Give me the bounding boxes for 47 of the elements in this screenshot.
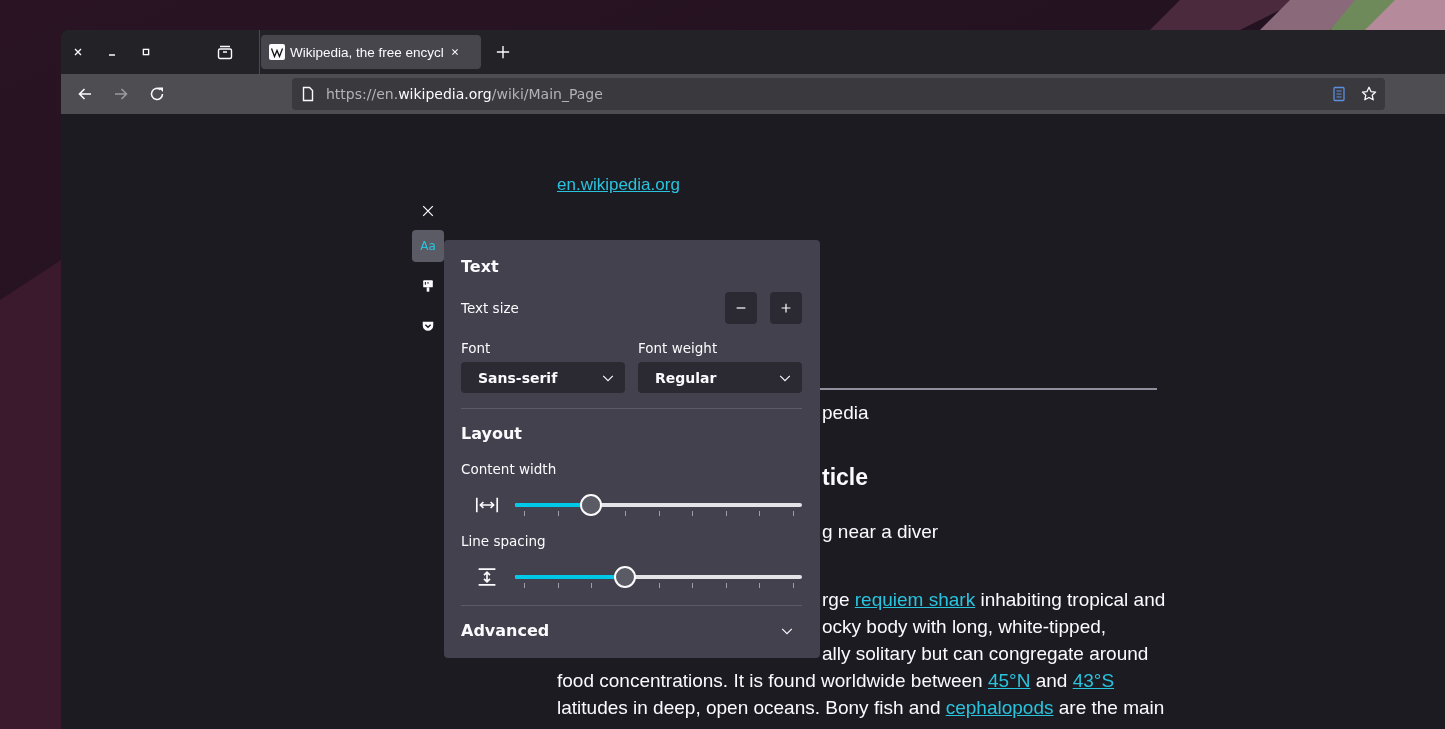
advanced-toggle[interactable]: Advanced [461, 620, 802, 642]
section-title: Text [461, 256, 500, 278]
article-text: g near a diver [822, 520, 939, 544]
pocket-icon [421, 319, 435, 333]
slider-label: Line spacing [461, 532, 547, 550]
new-tab-icon[interactable] [496, 45, 510, 59]
font-weight-dropdown[interactable]: Regular [638, 362, 802, 393]
article-heading: ticle [822, 463, 869, 492]
font-dropdown[interactable]: Sans-serif [461, 362, 625, 393]
tab-title: Wikipedia, the free encycl [290, 44, 444, 60]
content-width-icon [475, 495, 499, 515]
tab-list-icon[interactable] [217, 44, 233, 60]
text-link[interactable]: requiem shark [854, 589, 976, 610]
text-size-label: Text size [461, 299, 519, 317]
text-link[interactable]: 43°S [1072, 670, 1115, 691]
close-icon[interactable] [421, 204, 435, 218]
article-text: pedia [822, 401, 869, 425]
text-link[interactable]: cephalopods [945, 697, 1054, 718]
increase-text-size-button[interactable] [770, 292, 802, 324]
browser-tab[interactable]: Wikipedia, the free encycl [261, 35, 481, 69]
source-link[interactable]: en.wikipedia.org [557, 174, 680, 196]
back-icon[interactable] [77, 86, 93, 102]
plus-icon [779, 301, 793, 315]
url-text: https://en.wikipedia.org/wiki/Main_Page [326, 86, 603, 102]
wikipedia-icon [269, 44, 285, 60]
font-weight-label: Font weight [638, 339, 719, 357]
slider-thumb[interactable] [613, 566, 636, 588]
maximize-icon[interactable] [140, 46, 152, 58]
reload-icon[interactable] [149, 86, 165, 102]
article-text: latitudes in deep, open oceans. Bony fish and cephalopods are the main [557, 696, 1165, 720]
article-text: ocky body with long, white-tipped, [822, 615, 1107, 639]
font-label: Font [461, 339, 492, 357]
article-text: rge requiem shark inhabiting tropical and [822, 588, 1166, 612]
text-link[interactable]: 45°N [987, 670, 1031, 691]
slider[interactable] [515, 565, 802, 589]
slider-label: Content width [461, 460, 558, 478]
section-title: Layout [461, 423, 523, 445]
article-text: ally solitary but can congregate around [822, 642, 1149, 666]
reader-view-icon[interactable] [1331, 86, 1347, 102]
paint-brush-icon [421, 279, 435, 293]
close-icon[interactable] [72, 46, 84, 58]
bookmark-star-icon[interactable] [1361, 86, 1377, 102]
slider-thumb[interactable] [580, 494, 603, 516]
address-bar[interactable]: https://en.wikipedia.org/wiki/Main_Page [292, 78, 1385, 110]
slider[interactable] [515, 493, 802, 517]
page-icon [300, 86, 316, 102]
article-text: food concentrations. It is found worldwide between 45°N and 43°S [557, 669, 1115, 693]
